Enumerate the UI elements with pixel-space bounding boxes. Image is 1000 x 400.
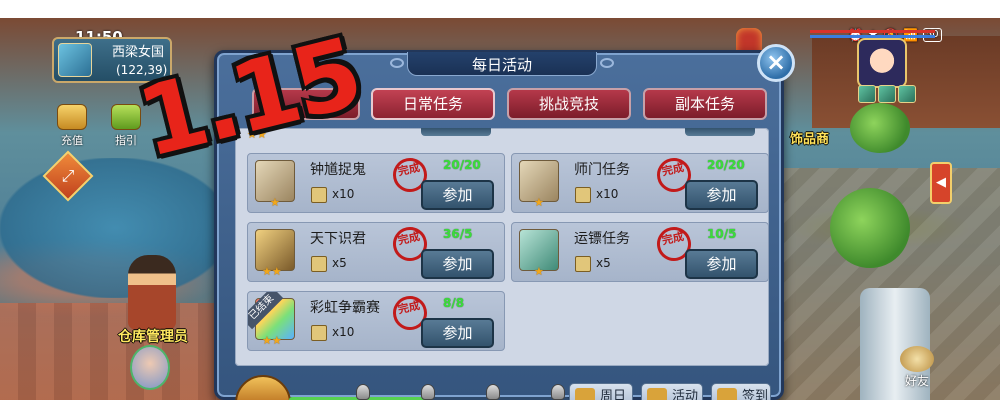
tab-label: 副本任务 bbox=[674, 95, 735, 113]
buff-icon[interactable] bbox=[858, 85, 876, 103]
events-button[interactable]: 活动 bbox=[641, 383, 703, 400]
tab-dungeon[interactable]: 副本任务 bbox=[643, 88, 767, 120]
activity-progress: 36/5 bbox=[443, 227, 473, 241]
activity-name: 天下识君 bbox=[310, 231, 366, 247]
treasure-chest-icon bbox=[57, 104, 87, 130]
tab-label: 挑战竞技 bbox=[538, 95, 599, 113]
reward-scroll-icon bbox=[311, 256, 327, 272]
minimap-icon[interactable] bbox=[58, 43, 92, 77]
dialog-title: 每日活动 bbox=[471, 56, 532, 74]
side-panel-toggle[interactable]: ◀ bbox=[930, 162, 952, 204]
friends-button[interactable]: 好友 bbox=[895, 346, 939, 389]
activity-name: 运镖任务 bbox=[574, 231, 630, 247]
buff-icon[interactable] bbox=[878, 85, 896, 103]
list-item: 已结束 ★★ 彩虹争霸赛 x10 完成 8/8 参加 bbox=[247, 291, 505, 351]
activity-progress: 8/8 bbox=[443, 296, 465, 310]
player-status-bars bbox=[810, 30, 935, 38]
milestone-node[interactable] bbox=[421, 384, 435, 400]
reward-qty: x10 bbox=[596, 187, 619, 201]
weekly-button[interactable]: 周日 bbox=[569, 383, 633, 400]
friends-icon bbox=[900, 346, 934, 372]
join-button[interactable]: 参加 bbox=[421, 249, 494, 279]
reward-chest-icon[interactable] bbox=[235, 375, 291, 400]
shop-npc-label: 饰品商 bbox=[790, 132, 830, 147]
header-ornament-icon bbox=[600, 58, 614, 68]
events-icon bbox=[647, 388, 667, 400]
weekly-label: 周日 bbox=[600, 389, 627, 400]
reward-qty: x5 bbox=[596, 256, 611, 270]
reward-scroll-icon bbox=[311, 325, 327, 341]
join-button[interactable]: 参加 bbox=[685, 180, 758, 210]
reward-qty: x10 bbox=[332, 187, 355, 201]
events-label: 活动 bbox=[672, 389, 699, 400]
list-item: ★ 钟馗捉鬼 x10 完成 20/20 参加 bbox=[247, 153, 505, 213]
reward-qty: x5 bbox=[332, 256, 347, 270]
reward-qty: x10 bbox=[332, 325, 355, 339]
checkin-label: 签到 bbox=[742, 389, 769, 400]
star-icon: ★★ bbox=[262, 334, 282, 347]
join-button-partial bbox=[421, 128, 491, 136]
star-icon: ★ bbox=[270, 196, 280, 209]
activity-progress: 20/20 bbox=[707, 158, 745, 172]
tab-daily-tasks[interactable]: 日常任务 bbox=[371, 88, 495, 120]
star-icon: ★ bbox=[534, 196, 544, 209]
milestone-node[interactable] bbox=[486, 384, 500, 400]
friends-label: 好友 bbox=[904, 374, 929, 388]
dialog-header: 每日活动 bbox=[390, 52, 614, 76]
list-item: ★ 运镖任务 x5 完成 10/5 参加 bbox=[511, 222, 769, 282]
join-button[interactable]: 参加 bbox=[685, 249, 758, 279]
reward-scroll-icon bbox=[575, 256, 591, 272]
tab-label: 日常任务 bbox=[402, 95, 463, 113]
calendar-icon bbox=[575, 388, 595, 400]
npc-character[interactable] bbox=[128, 255, 176, 330]
recharge-button[interactable]: 充值 bbox=[52, 104, 92, 148]
header-ornament-icon bbox=[390, 58, 404, 68]
bonsai bbox=[850, 103, 910, 153]
join-button[interactable]: 参加 bbox=[421, 318, 494, 348]
activity-name: 彩虹争霸赛 bbox=[310, 300, 380, 316]
activity-name: 钟馗捉鬼 bbox=[310, 162, 366, 178]
chevron-left-icon: ◀ bbox=[936, 175, 946, 190]
activity-points-bar: 周日 活动 签到 bbox=[235, 375, 771, 400]
player-character[interactable] bbox=[130, 345, 170, 390]
star-icon: ★ bbox=[534, 265, 544, 278]
checkin-button[interactable]: 签到 bbox=[711, 383, 771, 400]
milestone-node[interactable] bbox=[356, 384, 370, 400]
list-item: ★★ 天下识君 x5 完成 36/5 参加 bbox=[247, 222, 505, 282]
reward-scroll-icon bbox=[575, 187, 591, 203]
checkin-icon bbox=[717, 388, 737, 400]
player-avatar[interactable] bbox=[857, 38, 907, 88]
reward-scroll-icon bbox=[311, 187, 327, 203]
tree bbox=[830, 188, 910, 268]
close-button[interactable]: × bbox=[757, 44, 795, 82]
join-button-partial bbox=[685, 128, 755, 136]
join-button[interactable]: 参加 bbox=[421, 180, 494, 210]
activity-list[interactable]: ★★ ★ 钟馗捉鬼 x10 完成 20/20 参加 ★ 师门任务 x10 完成 … bbox=[235, 128, 769, 366]
milestone-node[interactable] bbox=[551, 384, 565, 400]
plaza-floor bbox=[0, 303, 230, 400]
npc-name: 仓库管理员 bbox=[118, 329, 188, 345]
pond bbox=[0, 158, 230, 298]
recharge-label: 充值 bbox=[61, 134, 83, 147]
expand-arrows-icon: ⤢ bbox=[61, 166, 75, 185]
activity-name: 师门任务 bbox=[574, 162, 630, 178]
list-item: ★ 师门任务 x10 完成 20/20 参加 bbox=[511, 153, 769, 213]
activity-progress: 10/5 bbox=[707, 227, 737, 241]
buff-row bbox=[858, 85, 916, 103]
guide-label: 指引 bbox=[115, 134, 137, 147]
star-icon: ★★ bbox=[262, 265, 282, 278]
close-icon: × bbox=[765, 48, 787, 76]
buff-icon[interactable] bbox=[898, 85, 916, 103]
activity-progress: 20/20 bbox=[443, 158, 481, 172]
map-name: 西梁女国 bbox=[112, 45, 165, 60]
hp-bar bbox=[810, 30, 935, 33]
tab-challenge[interactable]: 挑战竞技 bbox=[507, 88, 631, 120]
